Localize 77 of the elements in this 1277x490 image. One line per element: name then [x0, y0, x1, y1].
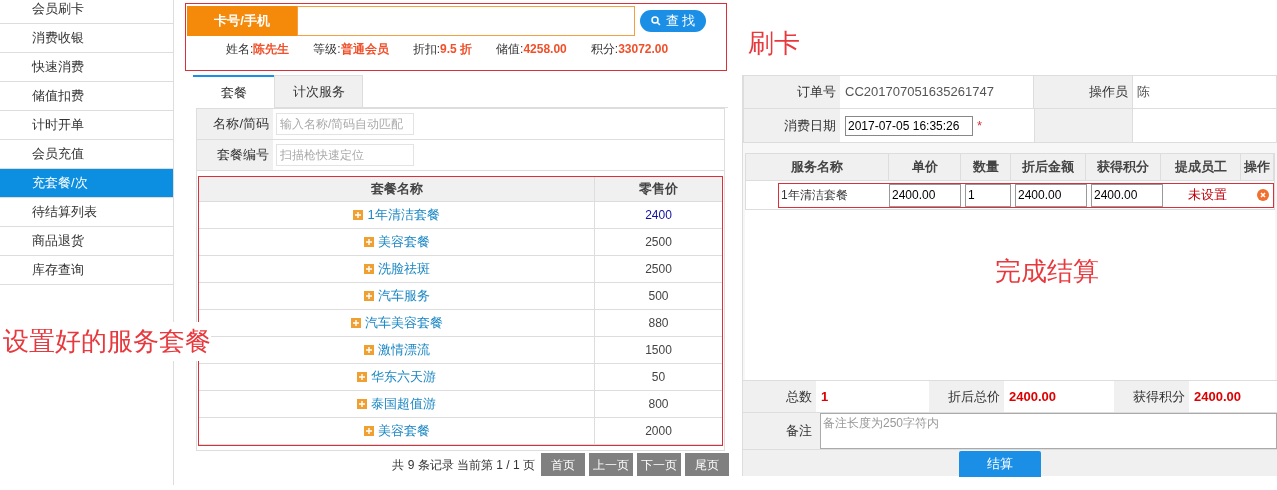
column-header: 数量 — [961, 154, 1011, 180]
price-cell-text: 2500 — [644, 234, 673, 251]
plus-icon — [363, 237, 374, 247]
price-cell-text: 500 — [647, 288, 670, 305]
amount-field[interactable]: 2400.00 — [1091, 183, 1163, 207]
column-header: 获得积分 — [1086, 154, 1161, 180]
member-info: 积分:33072.00 — [590, 41, 669, 58]
tab[interactable]: 计次服务 — [274, 75, 363, 108]
page-button[interactable]: 上一页 — [589, 453, 633, 476]
sidebar-item[interactable]: 会员刷卡 — [0, 0, 173, 24]
plus-icon — [357, 372, 367, 382]
field-label: 订单号 — [744, 76, 840, 108]
amount-field[interactable]: 1 — [965, 183, 1011, 207]
price-cell-text: 2400 — [644, 207, 673, 224]
plus-icon — [363, 345, 374, 355]
filter-label: 名称/简码 — [197, 109, 273, 139]
member-info: 储值:4258.00 — [496, 41, 567, 58]
operator-name: 陈 — [1132, 76, 1276, 108]
filter-field[interactable]: 输入名称/简码自动匹配 — [276, 113, 414, 135]
staff-status: 未设置 — [1186, 186, 1228, 205]
plus-icon — [363, 264, 374, 274]
search-icon — [650, 16, 661, 26]
search-label: 卡号/手机 — [187, 6, 297, 36]
remark-label: 备注 — [785, 422, 813, 441]
price-cell-text: 800 — [647, 396, 670, 413]
field-label: 消费日期 — [744, 109, 840, 142]
pagination-summary: 共 9 条记录 当前第 1 / 1 页 — [392, 456, 535, 474]
column-header: 单价 — [889, 154, 961, 180]
column-header: 零售价 — [638, 180, 679, 199]
total-value: 1 — [816, 381, 929, 412]
package-link[interactable]: 1年清洁套餐 — [367, 205, 440, 225]
field-label: 操作员 — [1034, 76, 1132, 108]
package-link[interactable]: 汽车服务 — [377, 286, 430, 306]
page-button[interactable]: 下一页 — [637, 453, 681, 476]
plus-icon — [363, 426, 374, 436]
member-info: 折扣:9.5 折 — [412, 41, 473, 58]
plus-icon — [353, 210, 364, 220]
filter-field[interactable]: 扫描枪快速定位 — [276, 144, 414, 166]
package-link[interactable]: 泰国超值游 — [371, 394, 436, 414]
column-header: 服务名称 — [746, 154, 889, 180]
tab[interactable]: 套餐 — [193, 75, 274, 108]
package-link[interactable]: 洗脸祛斑 — [377, 259, 430, 279]
price-cell-text: 1500 — [644, 342, 673, 359]
annotation-text: 设置好的服务套餐 — [3, 322, 211, 361]
member-info: 等级:普通会员 — [313, 41, 389, 58]
column-header: 提成员工 — [1161, 154, 1241, 180]
column-header: 操作 — [1241, 154, 1274, 180]
page-button[interactable]: 尾页 — [685, 453, 729, 476]
plus-icon — [357, 399, 367, 409]
annotation-text: 完成结算 — [995, 256, 1099, 288]
filter-label: 套餐编号 — [197, 140, 273, 170]
total-value: 2400.00 — [1004, 381, 1114, 412]
amount-field[interactable]: 2400.00 — [1015, 183, 1087, 207]
package-link[interactable]: 美容套餐 — [377, 421, 430, 441]
member-info: 姓名:陈先生 — [226, 41, 290, 58]
annotation-text: 刷卡 — [748, 28, 800, 60]
package-link[interactable]: 华东六天游 — [371, 367, 436, 387]
price-cell-text: 2000 — [644, 423, 673, 440]
amount-field[interactable]: 2400.00 — [889, 183, 961, 207]
column-header: 套餐名称 — [199, 177, 595, 201]
package-link[interactable]: 激情漂流 — [377, 340, 430, 360]
search-field[interactable] — [297, 6, 635, 36]
service-name: 1年清洁套餐 — [780, 187, 849, 204]
date-field[interactable]: 2017-07-05 16:35:26 — [845, 115, 973, 136]
package-link[interactable]: 汽车美容套餐 — [364, 313, 443, 333]
price-cell-text: 2500 — [644, 261, 673, 278]
plus-icon — [350, 318, 361, 328]
price-cell-text: 50 — [650, 369, 667, 386]
page-button[interactable]: 首页 — [541, 453, 585, 476]
plus-icon — [363, 291, 374, 301]
price-cell-text: 880 — [647, 315, 670, 332]
total-value: 2400.00 — [1189, 381, 1277, 412]
column-header: 折后金额 — [1011, 154, 1086, 180]
package-link[interactable]: 美容套餐 — [377, 232, 430, 252]
required-mark: * — [977, 116, 983, 135]
remark-field[interactable]: 备注长度为250字符内 — [820, 413, 1277, 449]
delete-icon — [1257, 189, 1269, 201]
